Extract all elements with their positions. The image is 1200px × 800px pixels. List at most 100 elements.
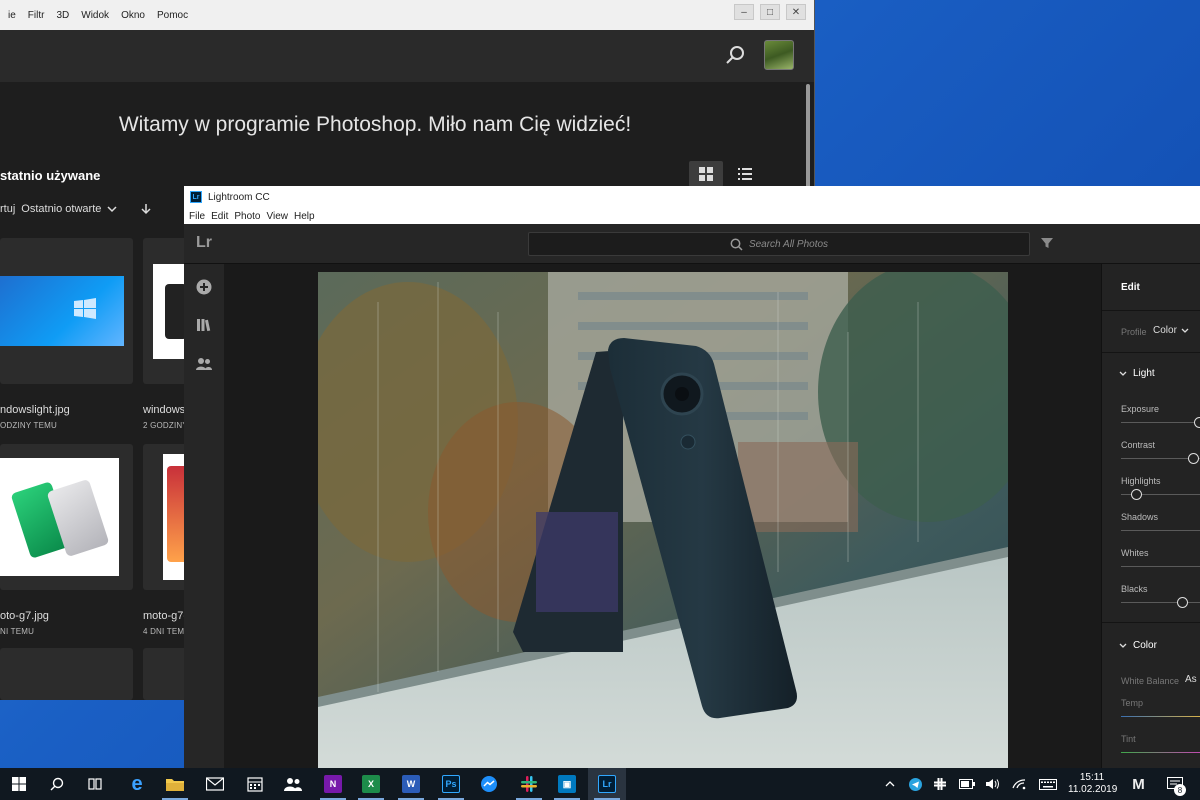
telegram-tray-icon[interactable]	[905, 768, 925, 800]
edge-icon: e	[131, 772, 143, 795]
filter-icon[interactable]	[1040, 236, 1054, 250]
volume-tray-icon[interactable]	[982, 768, 1004, 800]
shadows-slider[interactable]	[1121, 530, 1200, 531]
word-icon: W	[402, 775, 420, 793]
show-hidden-icons-button[interactable]	[880, 768, 900, 800]
photoshop-taskbar-button[interactable]: Ps	[432, 768, 470, 800]
mi-tray-icon[interactable]: M	[1124, 768, 1152, 800]
temp-label: Temp	[1121, 698, 1144, 708]
menu-item-edit[interactable]: Edit	[208, 211, 231, 222]
whites-slider[interactable]	[1121, 566, 1200, 567]
maximize-button[interactable]: □	[760, 4, 780, 20]
slack-icon	[934, 778, 946, 790]
lightroom-menubar: File Edit Photo View Help	[184, 208, 1200, 224]
search-icon[interactable]	[724, 44, 746, 66]
slider-knob[interactable]	[1177, 597, 1189, 608]
window-controls: – □ ✕	[734, 4, 806, 20]
windows-logo-icon	[12, 777, 26, 791]
lightroom-taskbar-button[interactable]: Lr	[588, 768, 626, 800]
menu-item-view[interactable]: View	[264, 211, 292, 222]
messenger-taskbar-button[interactable]	[470, 768, 508, 800]
onenote-taskbar-button[interactable]: N	[314, 768, 352, 800]
battery-tray-icon[interactable]	[956, 768, 978, 800]
list-icon	[738, 168, 752, 180]
menu-item-widok[interactable]: Widok	[75, 10, 115, 21]
onenote-icon: N	[324, 775, 342, 793]
word-taskbar-button[interactable]: W	[392, 768, 430, 800]
people-icon[interactable]	[195, 355, 213, 373]
slider-knob[interactable]	[1188, 453, 1200, 464]
edge-taskbar-button[interactable]: e	[118, 768, 156, 800]
file-name: moto-g7-	[143, 610, 188, 622]
sort-value: Ostatnio otwarte	[21, 203, 102, 215]
start-button[interactable]	[0, 768, 38, 800]
menu-item-photo[interactable]: Photo	[231, 211, 263, 222]
task-view-icon	[88, 778, 102, 790]
minimize-button[interactable]: –	[734, 4, 754, 20]
action-center-button[interactable]: 8	[1160, 768, 1190, 800]
tint-slider[interactable]	[1121, 752, 1200, 753]
file-explorer-taskbar-button[interactable]	[156, 768, 194, 800]
keyboard-tray-icon[interactable]	[1036, 768, 1060, 800]
menu-item-file[interactable]: File	[186, 211, 208, 222]
messenger-icon	[481, 776, 497, 792]
sort-label: rtuj	[0, 203, 16, 215]
sort-control[interactable]: rtuj Ostatnio otwarte	[0, 203, 151, 215]
light-section-header[interactable]: Light	[1119, 368, 1155, 379]
scrollbar[interactable]	[806, 84, 810, 194]
excel-taskbar-button[interactable]: X	[352, 768, 390, 800]
people-taskbar-button[interactable]	[274, 768, 312, 800]
color-section-header[interactable]: Color	[1119, 640, 1157, 651]
file-card[interactable]	[0, 238, 133, 384]
avatar[interactable]	[764, 40, 794, 70]
slack-taskbar-button[interactable]	[510, 768, 548, 800]
highlights-label: Highlights	[1121, 476, 1161, 486]
menu-item-pomoc[interactable]: Pomoc	[151, 10, 194, 21]
mail-taskbar-button[interactable]	[196, 768, 234, 800]
file-meta: ODZINY TEMU	[0, 421, 58, 430]
menu-item-3d[interactable]: 3D	[50, 10, 75, 21]
profile-dropdown[interactable]: Color	[1153, 325, 1189, 336]
photo-canvas[interactable]	[224, 264, 1101, 768]
grid-view-button[interactable]	[689, 161, 723, 187]
lightroom-left-sidebar	[184, 264, 224, 768]
wifi-tray-icon[interactable]	[1008, 768, 1030, 800]
arrow-down-icon[interactable]	[141, 203, 151, 215]
menu-item-filtr[interactable]: Filtr	[22, 10, 51, 21]
file-card[interactable]	[0, 444, 133, 590]
menu-item-help[interactable]: Help	[291, 211, 318, 222]
menu-item-okno[interactable]: Okno	[115, 10, 151, 21]
taskbar: e N X W Ps ▣ Lr 15:11 11.02.2019 M 8	[0, 768, 1200, 800]
library-icon[interactable]	[195, 316, 213, 334]
file-card[interactable]	[0, 648, 133, 700]
lightroom-brand: Lr	[196, 234, 212, 251]
task-view-button[interactable]	[76, 768, 114, 800]
blacks-slider[interactable]	[1121, 597, 1200, 608]
clock-time: 15:11	[1079, 772, 1105, 783]
contrast-slider[interactable]	[1121, 453, 1200, 464]
exposure-slider[interactable]	[1121, 417, 1200, 428]
menu-item[interactable]: ie	[2, 10, 22, 21]
profile-value: Color	[1153, 325, 1177, 336]
trello-taskbar-button[interactable]: ▣	[548, 768, 586, 800]
slider-knob[interactable]	[1193, 417, 1200, 428]
window-title: Lightroom CC	[208, 191, 270, 203]
search-input[interactable]: Search All Photos	[528, 232, 1030, 256]
white-balance-value[interactable]: As	[1185, 674, 1197, 685]
photo-preview[interactable]	[318, 272, 1008, 768]
temp-slider[interactable]	[1121, 716, 1200, 717]
mi-logo-icon: M	[1132, 775, 1144, 793]
file-meta: 2 GODZINY	[143, 421, 188, 430]
clock[interactable]: 15:11 11.02.2019	[1068, 772, 1117, 796]
lightroom-toolbar: Lr Search All Photos	[184, 224, 1200, 264]
add-photos-icon[interactable]	[195, 278, 213, 296]
search-button[interactable]	[38, 768, 76, 800]
list-view-button[interactable]	[728, 161, 762, 187]
close-button[interactable]: ✕	[786, 4, 806, 20]
blacks-label: Blacks	[1121, 584, 1148, 594]
calendar-taskbar-button[interactable]	[236, 768, 274, 800]
slack-tray-icon[interactable]	[930, 768, 950, 800]
highlights-slider[interactable]	[1121, 489, 1200, 500]
chevron-down-icon	[1119, 371, 1127, 376]
slider-knob[interactable]	[1131, 489, 1143, 500]
